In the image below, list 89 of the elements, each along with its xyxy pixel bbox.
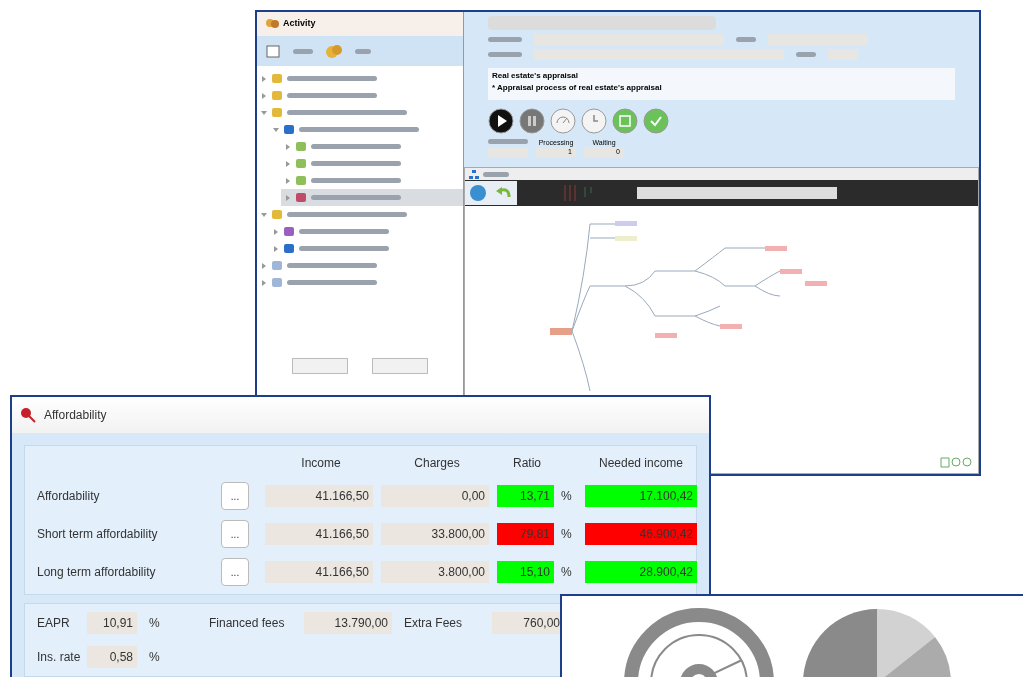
needed-income-field: 28.900,42 — [585, 561, 697, 583]
window-title: Affordability — [44, 407, 107, 424]
row-label: Short term affordability — [37, 526, 159, 543]
needed-income-field: 17.100,42 — [585, 485, 697, 507]
tree-icon — [469, 169, 479, 179]
percent-unit: % — [149, 649, 160, 666]
tree-item[interactable] — [281, 189, 463, 206]
percent-unit: % — [561, 564, 573, 581]
ratio-field: 79,81 — [497, 523, 554, 545]
column-header: Ratio — [512, 455, 542, 472]
charges-field: 0,00 — [381, 485, 489, 507]
blurred-text — [488, 52, 522, 57]
document-icon — [283, 243, 295, 254]
document-icon — [271, 277, 283, 288]
collapse-arrow-icon[interactable] — [261, 211, 267, 218]
income-field: 41.166,50 — [265, 485, 373, 507]
field-label: Ins. rate — [37, 649, 82, 666]
expand-arrow-icon[interactable] — [261, 262, 267, 269]
document-icon — [295, 141, 307, 152]
collapse-arrow-icon[interactable] — [273, 126, 279, 133]
collapse-arrow-icon[interactable] — [261, 109, 267, 116]
field-label: Extra Fees — [404, 615, 464, 632]
pause-icon[interactable] — [519, 108, 545, 134]
calendar-icon[interactable] — [265, 43, 281, 59]
expand-arrow-icon[interactable] — [273, 228, 279, 235]
blurred-text — [488, 37, 522, 42]
folder-icon — [271, 73, 283, 84]
charges-field: 3.800,00 — [381, 561, 489, 583]
roadmap-title-field[interactable] — [637, 187, 837, 199]
column-header: Charges — [413, 455, 461, 472]
gauge-icon[interactable] — [550, 108, 576, 134]
subheading: * Appraisal process of real estate's appraisal — [492, 82, 663, 94]
details-button[interactable]: ... — [221, 482, 249, 510]
document-icon — [295, 175, 307, 186]
income-field: 41.166,50 — [265, 561, 373, 583]
blurred-text — [355, 48, 371, 54]
row-label: Affordability — [37, 488, 101, 505]
dialog-button[interactable] — [292, 358, 348, 374]
clock-icon[interactable] — [581, 108, 607, 134]
folder-icon — [271, 90, 283, 101]
expand-arrow-icon[interactable] — [261, 92, 267, 99]
ratio-field: 13,71 — [497, 485, 554, 507]
play-icon[interactable] — [488, 108, 514, 134]
eapr-field: 10,91 — [87, 612, 137, 634]
expand-arrow-icon[interactable] — [261, 75, 267, 82]
expand-arrow-icon[interactable] — [285, 194, 291, 201]
dialog-button[interactable] — [372, 358, 428, 374]
blurred-text — [293, 48, 313, 54]
blurred-text — [736, 37, 756, 42]
column-header: Needed income — [597, 455, 685, 472]
needed-income-field: 46.900,42 — [585, 523, 697, 545]
save-icon[interactable] — [612, 108, 638, 134]
blurred-text — [483, 171, 509, 177]
details-button[interactable]: ... — [221, 520, 249, 548]
field-label: Financed fees — [209, 615, 286, 632]
expand-arrow-icon[interactable] — [261, 279, 267, 286]
ratio-field: 15,10 — [497, 561, 554, 583]
expand-arrow-icon[interactable] — [285, 177, 291, 184]
checkmark-icon — [283, 226, 295, 237]
financed-fees-field: 13.790,00 — [304, 612, 392, 634]
percent-unit: % — [561, 488, 573, 505]
blurred-text — [488, 139, 528, 144]
globe-icon[interactable] — [465, 181, 491, 205]
expand-arrow-icon[interactable] — [273, 245, 279, 252]
window-title: Activity — [283, 17, 316, 31]
expand-arrow-icon[interactable] — [285, 143, 291, 150]
coins-icon[interactable] — [325, 43, 343, 59]
checkmark-icon[interactable] — [643, 108, 669, 134]
details-button[interactable]: ... — [221, 558, 249, 586]
blurred-text — [796, 52, 816, 57]
income-field: 41.166,50 — [265, 523, 373, 545]
document-icon — [271, 260, 283, 271]
heading: Real estate's appraisal — [492, 70, 579, 82]
ins-rate-field: 0,58 — [87, 646, 137, 668]
folder-icon — [271, 107, 283, 118]
field-label: EAPR — [37, 615, 71, 632]
column-header: Income — [300, 455, 342, 472]
percent-unit: % — [149, 615, 161, 632]
document-icon — [283, 124, 295, 135]
charges-field: 33.800,00 — [381, 523, 489, 545]
pen-icon — [295, 192, 307, 203]
row-label: Long term affordability — [37, 564, 157, 581]
search-field[interactable] — [488, 16, 716, 30]
percent-unit: % — [561, 526, 573, 543]
folder-icon — [271, 209, 283, 220]
people-icon — [265, 18, 279, 30]
document-icon — [295, 158, 307, 169]
expand-arrow-icon[interactable] — [285, 160, 291, 167]
zoom-icon[interactable] — [940, 457, 974, 469]
